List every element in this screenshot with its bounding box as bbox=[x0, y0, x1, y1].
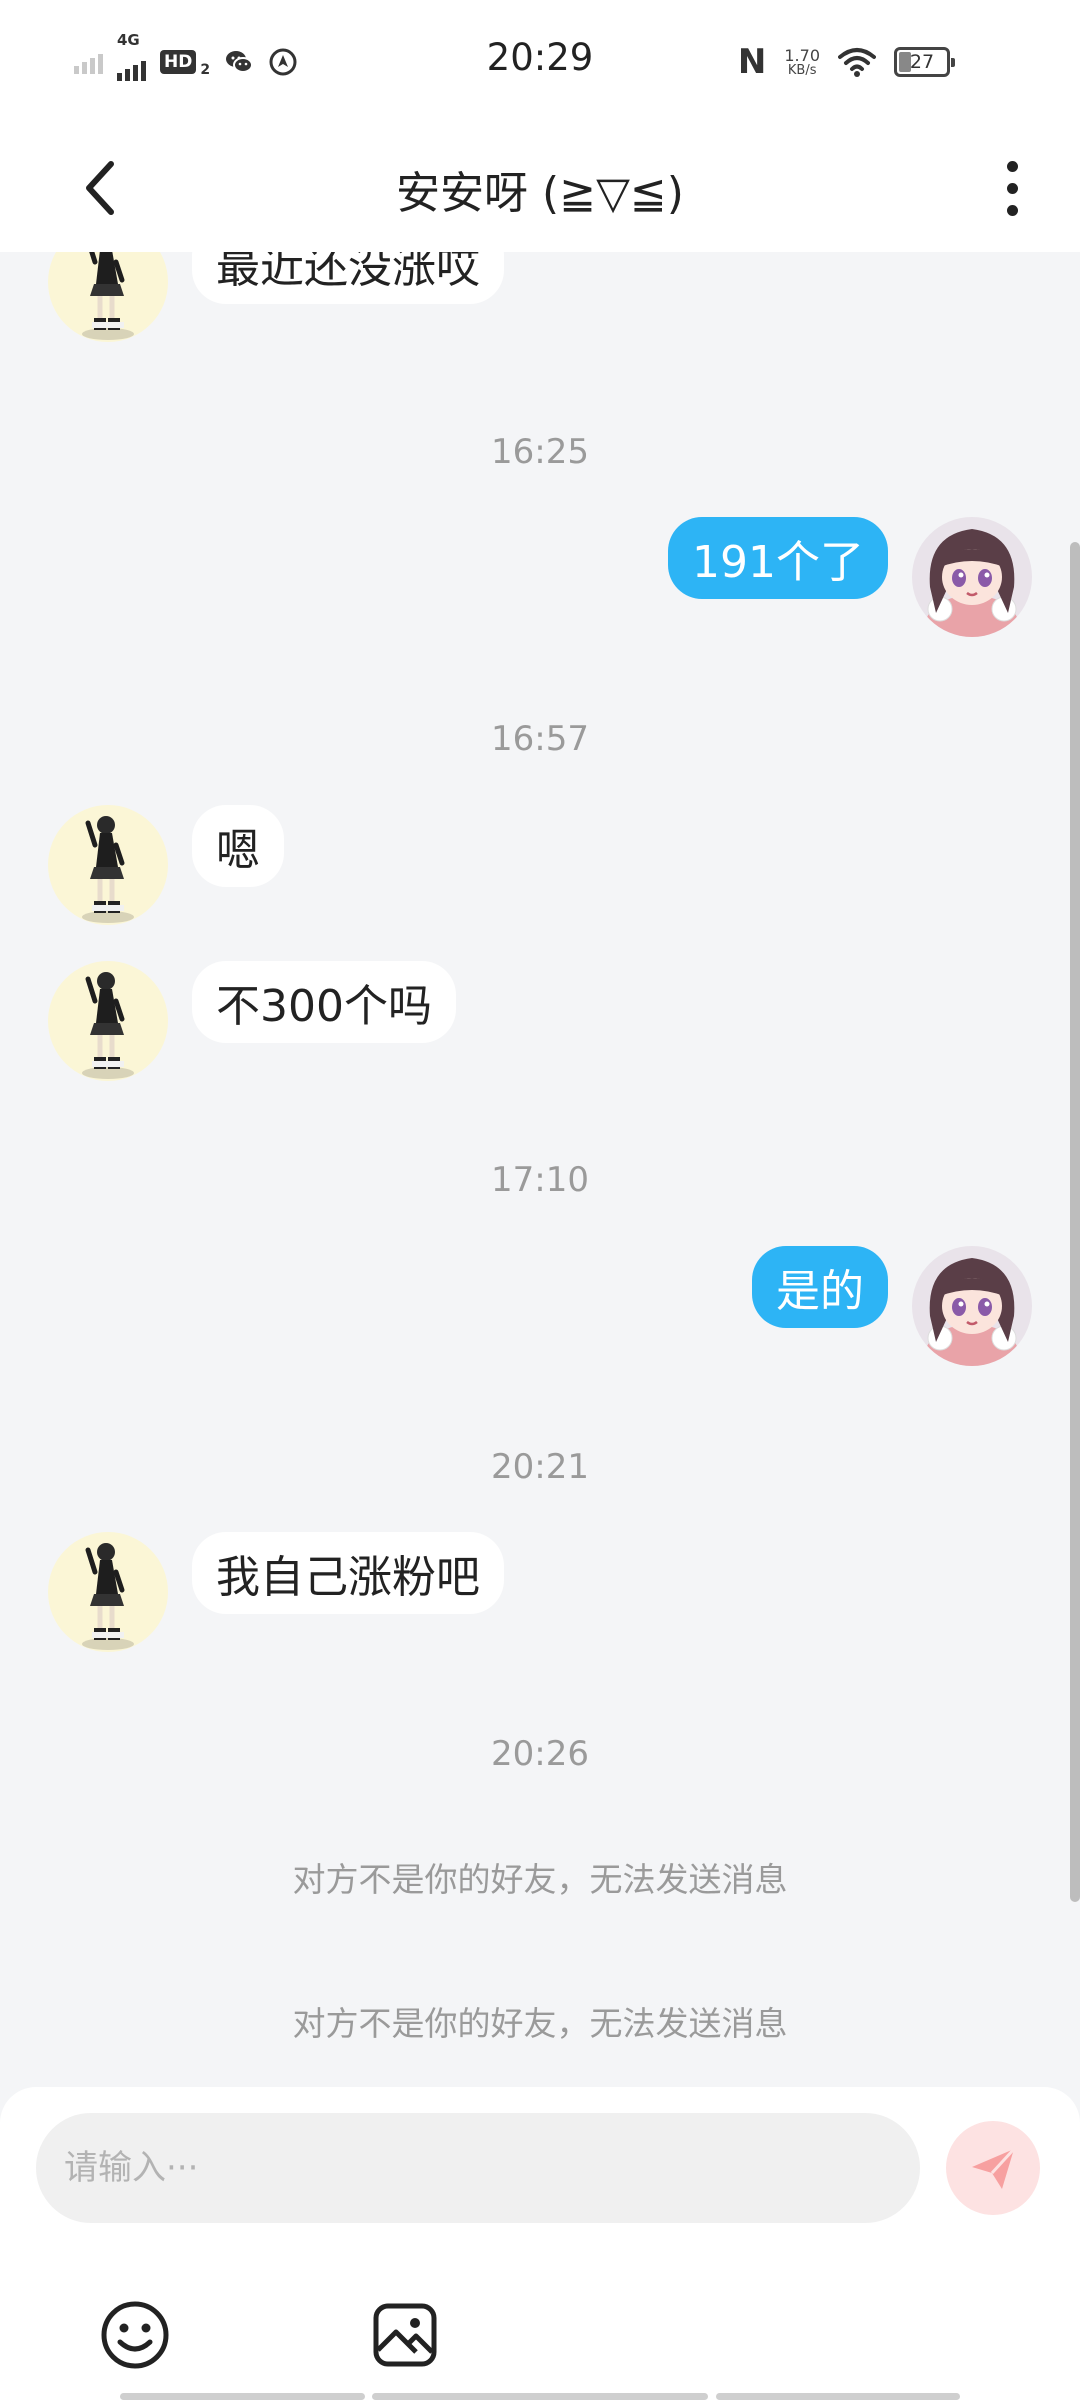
more-options-button[interactable] bbox=[990, 153, 1034, 223]
nav-gesture-bar bbox=[120, 2393, 365, 2400]
network-speed-unit: KB/s bbox=[787, 62, 817, 78]
battery-icon: 27 bbox=[894, 47, 955, 77]
image-button[interactable] bbox=[370, 2300, 440, 2370]
send-button[interactable] bbox=[946, 2121, 1040, 2215]
message-bubble-incoming[interactable]: 最近还没涨哎 bbox=[192, 252, 504, 304]
message-bubble-outgoing[interactable]: 是的 bbox=[752, 1246, 888, 1328]
my-avatar[interactable] bbox=[912, 517, 1032, 637]
wifi-icon bbox=[838, 48, 876, 77]
nav-gesture-bar bbox=[372, 2393, 708, 2400]
message-bubble-incoming[interactable]: 我自己涨粉吧 bbox=[192, 1532, 504, 1614]
contact-avatar[interactable] bbox=[48, 805, 168, 925]
send-icon bbox=[972, 2147, 1016, 2189]
image-icon bbox=[373, 2303, 437, 2367]
contact-avatar[interactable] bbox=[48, 252, 168, 342]
system-notice: 对方不是你的好友，无法发送消息 bbox=[292, 1860, 788, 1899]
status-icons-right: N 1.70 KB/s 27 bbox=[737, 40, 955, 84]
more-icon bbox=[1006, 160, 1018, 172]
network-speed-value: 1.70 bbox=[784, 45, 820, 65]
message-timestamp: 20:21 bbox=[491, 1447, 589, 1487]
chat-title: 安安呀 (≧▽≦) bbox=[396, 168, 684, 219]
nfc-icon: N bbox=[737, 42, 767, 82]
my-avatar[interactable] bbox=[912, 1246, 1032, 1366]
network-speed: 1.70 KB/s bbox=[784, 45, 820, 78]
battery-level: 27 bbox=[909, 51, 935, 73]
system-notice: 对方不是你的好友，无法发送消息 bbox=[292, 2004, 788, 2043]
message-timestamp: 20:26 bbox=[491, 1734, 589, 1774]
message-bubble-incoming[interactable]: 嗯 bbox=[192, 805, 284, 887]
message-timestamp: 16:25 bbox=[491, 432, 589, 472]
emoji-button[interactable] bbox=[100, 2300, 170, 2370]
message-timestamp: 17:10 bbox=[491, 1160, 589, 1200]
chat-header: 安安呀 (≧▽≦) bbox=[0, 125, 1080, 252]
contact-avatar[interactable] bbox=[48, 961, 168, 1081]
message-bubble-incoming[interactable]: 不300个吗 bbox=[192, 961, 456, 1043]
emoji-icon bbox=[101, 2301, 169, 2369]
message-input[interactable] bbox=[36, 2113, 920, 2223]
status-bar: 4G HD 2 20:29 N 1.70 KB/s 27 bbox=[0, 0, 1080, 125]
message-list[interactable]: 最近还没涨哎 16:25 191个了 16:57 嗯 不300个吗 17:10 … bbox=[0, 252, 1080, 2087]
nav-gesture-bar bbox=[716, 2393, 960, 2400]
message-composer bbox=[0, 2087, 1080, 2400]
message-bubble-outgoing[interactable]: 191个了 bbox=[668, 517, 888, 599]
contact-avatar[interactable] bbox=[48, 1532, 168, 1652]
message-timestamp: 16:57 bbox=[491, 719, 589, 759]
